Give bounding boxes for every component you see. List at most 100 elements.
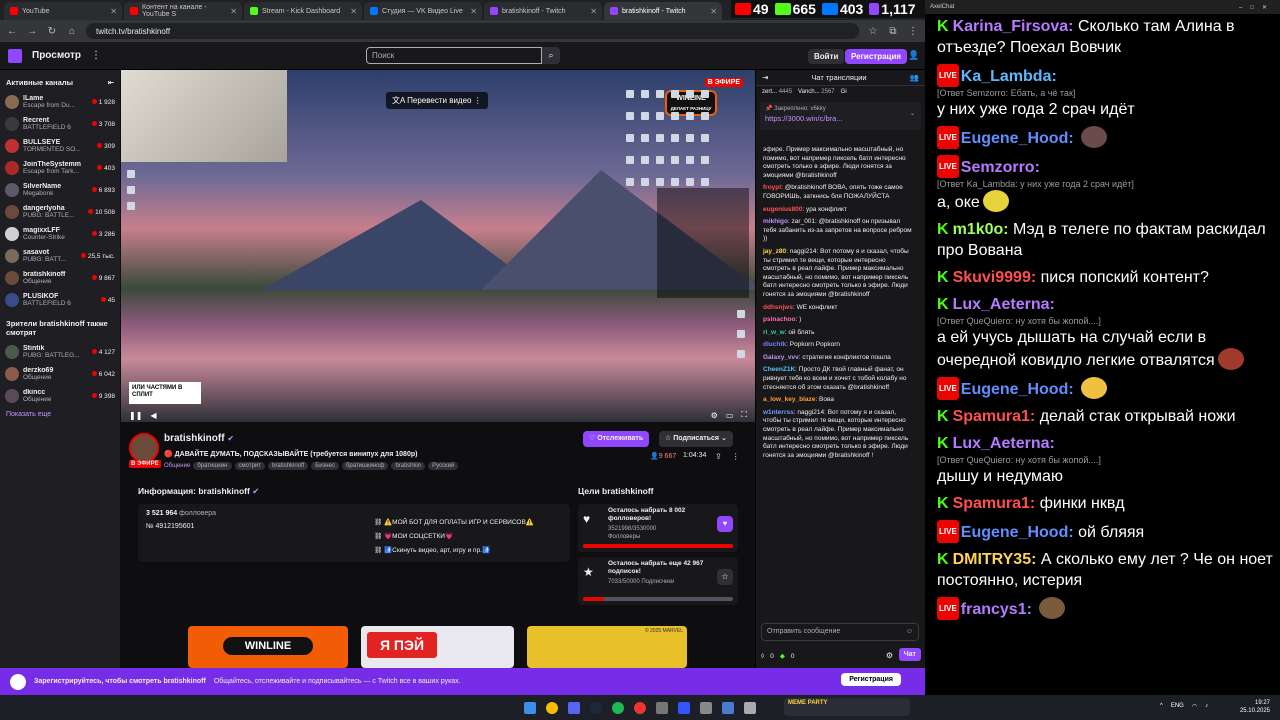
chat-username[interactable]: dluchtk: [763, 341, 786, 348]
stream-tag[interactable]: братишкин: [193, 462, 232, 470]
channel-avatar[interactable]: [129, 433, 159, 463]
browser-tab[interactable]: bratishkinoff - Twitch ✕: [604, 2, 722, 20]
stream-tag[interactable]: bratishkinoff: [268, 462, 309, 470]
volume-icon[interactable]: ◀: [150, 411, 156, 420]
browse-link[interactable]: Просмотр: [32, 50, 81, 61]
home-icon[interactable]: ⌂: [66, 26, 78, 37]
subscribe-button[interactable]: ☆ Подписаться ⌄: [659, 431, 733, 447]
obs-icon[interactable]: [634, 701, 646, 714]
sidebar-channel[interactable]: dkincc Общение 9 398: [0, 385, 120, 407]
marvel-ad[interactable]: © 2025 MARVEL: [527, 626, 687, 668]
follow-button[interactable]: ♡ Отслеживать: [583, 431, 650, 447]
about-link[interactable]: ⛓ ⚠️МОЙ БОТ ДЛЯ ОПЛАТЫ ИГР И СЕРВИСОВ⚠️: [374, 516, 534, 530]
browser-tab[interactable]: Stream - Kick Dashboard ✕: [244, 2, 362, 20]
banner-register-button[interactable]: Регистрация: [841, 673, 901, 686]
settings-icon[interactable]: ⚙: [711, 411, 718, 420]
chat-username[interactable]: mikhigo: [763, 218, 788, 225]
browser-tab[interactable]: Контент на канале - YouTube S ✕: [124, 2, 242, 20]
user-icon[interactable]: 👤: [908, 50, 919, 61]
sidebar-channel[interactable]: JoinTheSystemm Escape from Tark... 403: [0, 157, 120, 179]
forward-icon[interactable]: →: [26, 26, 38, 37]
chat-username[interactable]: w1nterrss: [763, 409, 794, 416]
back-icon[interactable]: ←: [6, 26, 18, 37]
volume-tray-icon[interactable]: ♪: [1205, 703, 1208, 710]
subscribe-goal-button[interactable]: ☆: [717, 569, 733, 585]
language-indicator[interactable]: ENG: [1171, 703, 1184, 710]
about-link[interactable]: ⛓ 💗МОИ СОЦСЕТКИ💗: [374, 530, 534, 544]
leaderboard-entry[interactable]: Vanch... 2567: [798, 89, 835, 97]
search-input[interactable]: Поиск: [366, 47, 542, 64]
sidebar-channel[interactable]: magixxLFF Counter-Strike 3 286: [0, 223, 120, 245]
app-icon[interactable]: [656, 701, 668, 714]
leaderboard-entry[interactable]: zert... 4445: [762, 89, 792, 97]
collapse-chat-icon[interactable]: ⇥: [756, 70, 768, 86]
browser-tab[interactable]: bratishkinoff - Twitch ✕: [484, 2, 602, 20]
users-icon[interactable]: 👥: [910, 70, 925, 86]
twitch-logo-icon[interactable]: [8, 48, 22, 63]
sidebar-channel[interactable]: dangerlyoha PUBG: BATTLE... 10 508: [0, 201, 120, 223]
yapay-ad[interactable]: Я ПЭЙ: [361, 626, 514, 668]
sidebar-channel[interactable]: PLUSIKOF BATTLEFIELD 6 45: [0, 289, 120, 311]
spotify-icon[interactable]: [612, 701, 624, 714]
close-tab-icon[interactable]: ✕: [230, 7, 237, 16]
stream-tag[interactable]: братишкиноф: [341, 462, 389, 470]
channel-points-icon[interactable]: ◊: [761, 653, 764, 660]
wifi-icon[interactable]: ◠: [1192, 703, 1197, 710]
more-options-icon[interactable]: ⋮: [732, 452, 740, 461]
sidebar-channel[interactable]: Stintik PUBG: BATTLEG... 4 127: [0, 341, 120, 363]
chevron-down-icon[interactable]: ⌄: [910, 110, 915, 117]
close-tab-icon[interactable]: ✕: [590, 7, 597, 16]
translate-video-button[interactable]: 文A Перевести видео ⋮: [386, 92, 488, 109]
pause-icon[interactable]: ❚❚: [129, 411, 142, 420]
about-link[interactable]: ⛓ 🚮Скинуть видео, арт, игру и пр.🚮: [374, 544, 534, 558]
pinned-link[interactable]: https://3000.win/c/bra...: [765, 114, 916, 123]
emote-picker-icon[interactable]: ☺: [906, 628, 913, 635]
login-button[interactable]: Войти: [808, 49, 845, 64]
winline-ad[interactable]: WINLINE: [188, 626, 348, 668]
sidebar-channel[interactable]: lLame Escape from Du... 1 928: [0, 91, 120, 113]
sidebar-channel[interactable]: derzko69 Общение 6 042: [0, 363, 120, 385]
search-icon[interactable]: ⌕: [542, 47, 560, 64]
collapse-sidebar-icon[interactable]: ⇤: [108, 78, 114, 87]
stream-tag[interactable]: смотрит: [234, 462, 266, 470]
close-tab-icon[interactable]: ✕: [110, 7, 117, 16]
stream-tag[interactable]: Русский: [428, 462, 459, 470]
steam-icon[interactable]: [590, 701, 602, 714]
start-icon[interactable]: [524, 701, 536, 714]
close-tab-icon[interactable]: ✕: [470, 7, 477, 16]
window-controls[interactable]: –□✕: [1239, 4, 1275, 11]
app-icon[interactable]: [700, 701, 712, 714]
chat-input[interactable]: Отправить сообщение ☺: [761, 623, 919, 641]
video-player[interactable]: 文A Перевести видео ⋮ WINLINE ДЕЛАЕТ РАЗНИ…: [121, 70, 755, 422]
leaderboard-entry[interactable]: Gi: [841, 89, 847, 97]
show-more-link[interactable]: Показать еще: [0, 407, 120, 422]
menu-dots-icon[interactable]: ⋮: [907, 26, 919, 37]
browser-tab[interactable]: YouTube ✕: [4, 2, 122, 20]
chat-username[interactable]: a_low_key_blaze: [763, 396, 815, 403]
chat-username[interactable]: ri_w_w: [763, 329, 785, 336]
chevron-up-icon[interactable]: ^: [1160, 703, 1163, 710]
meme-party-widget[interactable]: MEME PARTY: [784, 698, 910, 716]
chat-username[interactable]: Galaxy_vvv: [763, 354, 799, 361]
theatre-mode-icon[interactable]: ▭: [726, 411, 734, 420]
chat-username[interactable]: psinachoo: [763, 316, 796, 323]
sidebar-channel[interactable]: SilverName Megabonk 6 893: [0, 179, 120, 201]
discord-icon[interactable]: [568, 701, 580, 714]
register-button[interactable]: Регистрация: [845, 49, 908, 64]
sidebar-channel[interactable]: sasavot PUBG: BATT... 25,5 тыс.: [0, 245, 120, 267]
stream-tag[interactable]: bratishkin: [391, 462, 426, 470]
chat-settings-icon[interactable]: ⚙: [886, 651, 893, 660]
chat-username[interactable]: froypl: [763, 184, 781, 191]
bits-icon[interactable]: ◆: [780, 652, 785, 660]
sidebar-channel[interactable]: bratishkinoff Общение 9 867: [0, 267, 120, 289]
category-link[interactable]: Общение: [164, 462, 190, 470]
follow-goal-button[interactable]: ♥: [717, 516, 733, 532]
chat-username[interactable]: eugenius800: [763, 206, 802, 213]
chat-username[interactable]: CheenZ1K: [763, 366, 795, 373]
sidebar-channel[interactable]: Recrent BATTLEFIELD 6 3 708: [0, 113, 120, 135]
close-tab-icon[interactable]: ✕: [710, 7, 717, 16]
reload-icon[interactable]: ↻: [46, 26, 58, 37]
clock[interactable]: 19:27 25.10.2025: [1240, 699, 1270, 715]
chat-send-button[interactable]: Чат: [898, 648, 921, 661]
chrome-icon[interactable]: [546, 701, 558, 714]
